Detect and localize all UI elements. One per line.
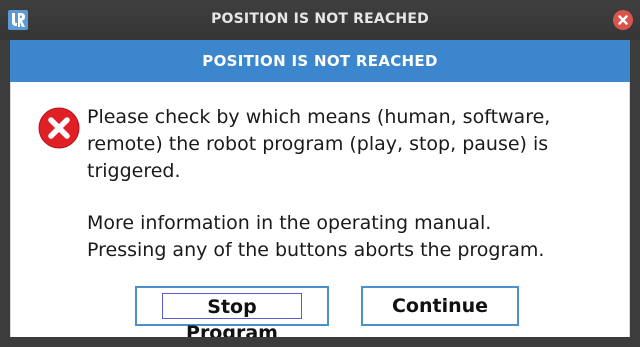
close-button[interactable]: [613, 10, 633, 30]
continue-button[interactable]: Continue: [361, 286, 519, 326]
window-title: POSITION IS NOT REACHED: [211, 11, 429, 27]
dialog-body: Please check by which means (human, soft…: [10, 82, 630, 344]
window-frame-left: [0, 40, 10, 337]
window-frame-bottom: [0, 337, 640, 347]
window-titlebar[interactable]: POSITION IS NOT REACHED: [0, 0, 640, 40]
dialog-message: Please check by which means (human, soft…: [87, 104, 617, 264]
message-secondary: More information in the operating manual…: [87, 212, 545, 261]
stop-program-button[interactable]: Stop Program: [135, 286, 329, 344]
close-icon: [618, 15, 628, 25]
stop-program-label: Stop Program: [162, 293, 302, 344]
error-dialog-window: POSITION IS NOT REACHED POSITION IS NOT …: [0, 0, 640, 347]
window-frame-right: [630, 40, 640, 337]
dialog-header: POSITION IS NOT REACHED: [10, 40, 630, 82]
error-icon: [37, 106, 81, 150]
message-primary: Please check by which means (human, soft…: [87, 106, 551, 182]
